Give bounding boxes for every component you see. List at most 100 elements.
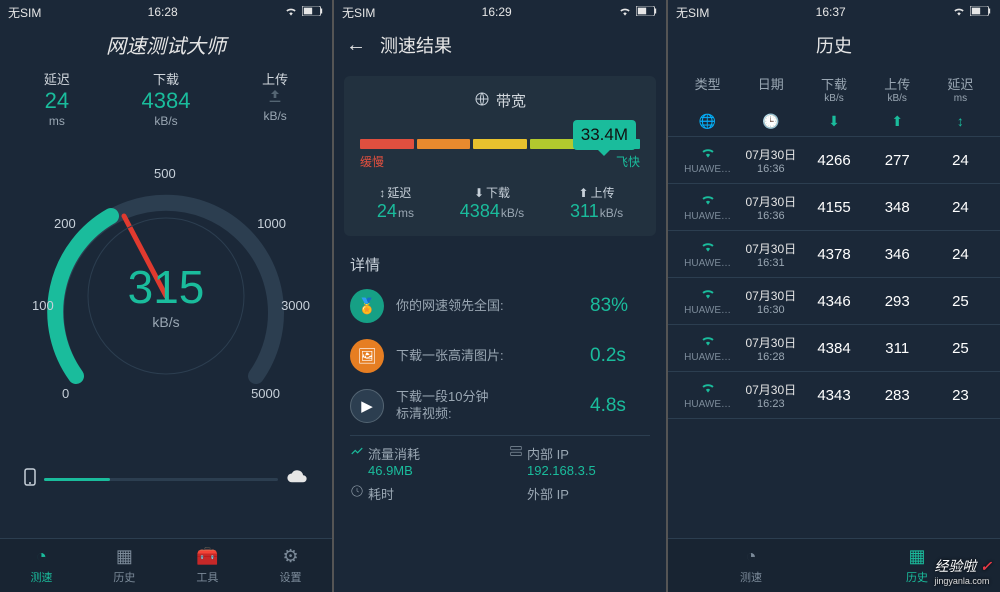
bandwidth-title: 带宽 bbox=[354, 90, 646, 111]
status-icons bbox=[618, 5, 658, 20]
gauge-value: 315 bbox=[128, 260, 205, 314]
detail-rank: 🏅 你的网速领先全国: 83% bbox=[334, 281, 666, 331]
battery-icon bbox=[302, 5, 324, 19]
history-row[interactable]: HUAWE…07月30日16:28438431125 bbox=[668, 325, 1000, 372]
clock-icon[interactable]: 🕒 bbox=[739, 113, 802, 130]
wifi-icon: HUAWE… bbox=[676, 333, 739, 363]
statusbar-time: 16:28 bbox=[148, 5, 178, 19]
row-download: 4384 bbox=[802, 340, 865, 357]
row-download: 4155 bbox=[802, 199, 865, 216]
status-icons bbox=[952, 5, 992, 20]
metric-latency: ↕延迟 24ms bbox=[377, 184, 414, 222]
history-table-head: 类型 日期 下载kB/s 上传kB/s 延迟ms bbox=[668, 68, 1000, 108]
head-download: 下载kB/s bbox=[802, 74, 865, 104]
history-row[interactable]: HUAWE…07月30日16:36415534824 bbox=[668, 184, 1000, 231]
row-upload: 293 bbox=[866, 293, 929, 310]
calendar-icon: ▦ bbox=[906, 546, 928, 567]
wifi-icon: HUAWE… bbox=[676, 192, 739, 222]
stats-summary: 延迟 24 ms 下载 4384 kB/s 上传 kB/s bbox=[0, 69, 332, 134]
medal-icon: 🏅 bbox=[350, 289, 384, 323]
page-header: ← 测速结果 bbox=[334, 24, 666, 66]
history-icon-head: 🌐 🕒 ⬇ ⬆ ↕ bbox=[668, 108, 1000, 137]
wifi-icon: HUAWE… bbox=[676, 380, 739, 410]
history-row[interactable]: HUAWE…07月30日16:31437834624 bbox=[668, 231, 1000, 278]
row-latency: 24 bbox=[929, 152, 992, 169]
upload-icon[interactable]: ⬆ bbox=[866, 113, 929, 130]
statusbar: 无SIM 16:37 bbox=[668, 0, 1000, 24]
tab-speed[interactable]: ◔ 测速 bbox=[740, 546, 762, 585]
row-download: 4378 bbox=[802, 246, 865, 263]
row-upload: 311 bbox=[866, 340, 929, 357]
head-upload: 上传kB/s bbox=[866, 74, 929, 104]
download-icon: ⬇ bbox=[474, 186, 484, 200]
head-type: 类型 bbox=[676, 74, 739, 104]
statusbar: 无SIM 16:29 bbox=[334, 0, 666, 24]
traffic-icon bbox=[350, 444, 364, 478]
upload-icon: ⬆ bbox=[579, 186, 589, 200]
progress-bar bbox=[44, 478, 278, 481]
test-progress bbox=[0, 462, 332, 497]
row-date: 07月30日16:30 bbox=[739, 287, 802, 316]
calendar-icon: ▦ bbox=[113, 546, 135, 567]
gauge-unit: kB/s bbox=[128, 314, 205, 330]
swap-icon[interactable]: ↕ bbox=[929, 113, 992, 130]
detail-image: 🖼 下载一张高清图片: 0.2s bbox=[334, 331, 666, 381]
phone-icon bbox=[24, 468, 36, 491]
history-row[interactable]: HUAWE…07月30日16:36426627724 bbox=[668, 137, 1000, 184]
bandwidth-card: 带宽 33.4M 缓慢 飞快 ↕延迟 24ms ⬇下载 4384kB/s ⬆上传 bbox=[344, 76, 656, 236]
tabbar: ◔ 测速 ▦ 历史 🧰 工具 ⚙ 设置 bbox=[0, 538, 332, 592]
server-icon bbox=[509, 444, 523, 478]
wifi-icon bbox=[952, 5, 966, 20]
gear-icon: ⚙ bbox=[280, 546, 302, 567]
fast-label: 飞快 bbox=[616, 153, 640, 170]
row-date: 07月30日16:23 bbox=[739, 381, 802, 410]
carrier-label: 无SIM bbox=[342, 4, 375, 21]
video-icon: ▶ bbox=[350, 389, 384, 423]
page-title: 测速结果 bbox=[380, 32, 452, 58]
tab-tools[interactable]: 🧰 工具 bbox=[196, 546, 218, 585]
slow-label: 缓慢 bbox=[360, 153, 384, 170]
wifi-icon: HUAWE… bbox=[676, 145, 739, 175]
wifi-icon: HUAWE… bbox=[676, 239, 739, 269]
swap-icon: ↕ bbox=[379, 186, 385, 200]
metrics: ↕延迟 24ms ⬇下载 4384kB/s ⬆上传 311kB/s bbox=[354, 178, 646, 224]
carrier-label: 无SIM bbox=[8, 4, 41, 21]
stat-download: 下载 4384 kB/s bbox=[142, 69, 191, 128]
row-upload: 348 bbox=[866, 199, 929, 216]
tab-speed[interactable]: ◔ 测速 bbox=[30, 546, 52, 585]
row-date: 07月30日16:36 bbox=[739, 146, 802, 175]
cloud-icon bbox=[286, 470, 308, 489]
history-row[interactable]: HUAWE…07月30日16:23434328323 bbox=[668, 372, 1000, 419]
back-icon[interactable]: ← bbox=[346, 34, 366, 57]
history-list: HUAWE…07月30日16:36426627724HUAWE…07月30日16… bbox=[668, 137, 1000, 419]
row-latency: 23 bbox=[929, 387, 992, 404]
globe-icon bbox=[474, 91, 490, 111]
download-icon[interactable]: ⬇ bbox=[802, 113, 865, 130]
row-download: 4346 bbox=[802, 293, 865, 310]
screen-speedtest: 无SIM 16:28 网速测试大师 延迟 24 ms 下载 4384 kB/s … bbox=[0, 0, 332, 592]
wifi-icon bbox=[284, 5, 298, 20]
globe-icon[interactable]: 🌐 bbox=[676, 113, 739, 130]
info-row-2: 耗时 外部 IP bbox=[334, 482, 666, 507]
screen-result: 无SIM 16:29 ← 测速结果 带宽 33.4M 缓慢 飞快 ↕延迟 bbox=[334, 0, 666, 592]
history-row[interactable]: HUAWE…07月30日16:30434629325 bbox=[668, 278, 1000, 325]
bandwidth-badge: 33.4M bbox=[573, 120, 636, 150]
tab-history[interactable]: ▦ 历史 bbox=[906, 546, 928, 585]
tab-settings[interactable]: ⚙ 设置 bbox=[280, 546, 302, 585]
head-date: 日期 bbox=[739, 74, 802, 104]
statusbar-time: 16:37 bbox=[816, 5, 846, 19]
image-icon: 🖼 bbox=[350, 339, 384, 373]
head-latency: 延迟ms bbox=[929, 74, 992, 104]
stat-latency: 延迟 24 ms bbox=[44, 69, 70, 128]
toolbox-icon: 🧰 bbox=[196, 546, 218, 567]
gauge-icon: ◔ bbox=[740, 546, 762, 567]
clock-icon bbox=[350, 484, 364, 503]
row-latency: 24 bbox=[929, 199, 992, 216]
statusbar: 无SIM 16:28 bbox=[0, 0, 332, 24]
row-latency: 25 bbox=[929, 340, 992, 357]
info-row-1: 流量消耗 46.9MB 内部 IP 192.168.3.5 bbox=[334, 440, 666, 482]
watermark: 经验啦 ✓ jingyanla.com bbox=[934, 556, 992, 586]
screen-history: 无SIM 16:37 历史 类型 日期 下载kB/s 上传kB/s 延迟ms 🌐… bbox=[668, 0, 1000, 592]
row-date: 07月30日16:36 bbox=[739, 193, 802, 222]
tab-history[interactable]: ▦ 历史 bbox=[113, 546, 135, 585]
